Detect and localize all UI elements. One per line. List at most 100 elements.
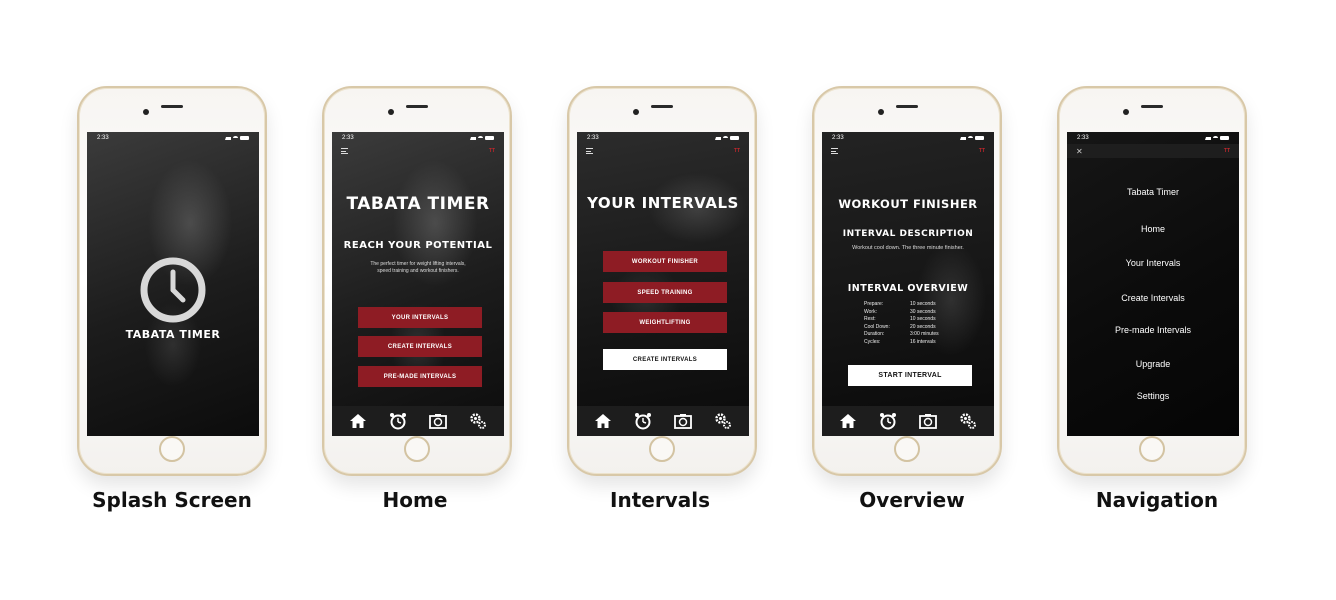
top-bar: TT — [822, 144, 994, 158]
row-value: 10 seconds — [910, 316, 936, 322]
alarm-clock-icon[interactable] — [879, 412, 897, 430]
overview-row-cool-down: Cool Down: 20 seconds — [864, 324, 936, 330]
top-bar: TT — [577, 144, 749, 158]
alarm-clock-icon[interactable] — [389, 412, 407, 430]
home-button[interactable] — [159, 436, 185, 462]
menu-icon[interactable] — [586, 148, 593, 154]
brand-logo: TT — [733, 148, 740, 154]
front-camera — [1123, 109, 1129, 115]
speaker — [651, 105, 673, 108]
your-intervals-button[interactable]: YOUR INTERVALS — [358, 307, 482, 328]
row-label: Duration: — [864, 331, 885, 337]
home-button[interactable] — [1139, 436, 1165, 462]
interval-item-speed-training[interactable]: SPEED TRAINING — [603, 282, 727, 303]
tab-bar — [332, 406, 504, 436]
intervals-title: YOUR INTERVALS — [587, 194, 739, 212]
row-value: 20 seconds — [910, 323, 936, 330]
create-intervals-button[interactable]: CREATE INTERVALS — [603, 349, 727, 370]
status-icons — [470, 136, 494, 140]
nav-item-settings[interactable]: Settings — [1067, 391, 1239, 401]
row-label: Rest: — [864, 316, 876, 322]
brand-logo: TT — [1223, 148, 1230, 154]
home-button[interactable] — [404, 436, 430, 462]
home-icon[interactable] — [839, 412, 857, 430]
row-label: Cycles: — [864, 338, 881, 345]
nav-item-upgrade[interactable]: Upgrade — [1067, 359, 1239, 369]
create-intervals-button[interactable]: CREATE INTERVALS — [358, 336, 482, 357]
nav-item-tabata-timer[interactable]: Tabata Timer — [1067, 187, 1239, 197]
brand-logo: TT — [978, 148, 985, 154]
status-icons — [1205, 136, 1229, 140]
speaker — [406, 105, 428, 108]
row-label: Work: — [864, 308, 877, 315]
home-button[interactable] — [894, 436, 920, 462]
status-time: 2:33 — [342, 135, 354, 141]
phone-overview: 2:33 TT WORKOUT FINISHER INTERVAL DESCRI… — [812, 86, 1002, 476]
home-icon[interactable] — [349, 412, 367, 430]
menu-icon[interactable] — [831, 148, 838, 154]
settings-gears-icon[interactable] — [959, 412, 977, 430]
intervals-screen: 2:33 TT YOUR INTERVALS WORKOUT FINISHER … — [577, 132, 749, 436]
row-value: 30 seconds — [910, 308, 936, 315]
home-button[interactable] — [649, 436, 675, 462]
overview-title: WORKOUT FINISHER — [838, 197, 978, 211]
status-time: 2:33 — [97, 135, 109, 141]
timer-camera-icon[interactable] — [674, 412, 692, 430]
speaker — [896, 105, 918, 108]
interval-item-weightlifting[interactable]: WEIGHTLIFTING — [603, 312, 727, 333]
row-label: Cool Down: — [864, 323, 890, 330]
tab-bar — [577, 406, 749, 436]
status-icons — [715, 136, 739, 140]
row-label: Prepare: — [864, 301, 884, 307]
brand-logo: TT — [488, 148, 495, 154]
start-interval-button[interactable]: START INTERVAL — [848, 365, 972, 386]
caption-intervals: Intervals — [610, 488, 710, 512]
overview-screen: 2:33 TT WORKOUT FINISHER INTERVAL DESCRI… — [822, 132, 994, 436]
status-bar: 2:33 — [1067, 132, 1239, 144]
home-icon[interactable] — [594, 412, 612, 430]
phone-home: 2:33 TT TABATA TIMER REACH YOUR POTENTIA… — [322, 86, 512, 476]
menu-icon[interactable] — [341, 148, 348, 154]
interval-item-workout-finisher[interactable]: WORKOUT FINISHER — [603, 251, 727, 272]
settings-gears-icon[interactable] — [469, 412, 487, 430]
interval-description-heading: INTERVAL DESCRIPTION — [842, 229, 974, 239]
row-value: 16 intervals — [910, 338, 936, 345]
row-value: 3:00 minutes — [910, 331, 939, 337]
status-icons — [225, 136, 249, 140]
overview-row-rest: Rest: 10 seconds — [864, 316, 936, 322]
row-value: 10 seconds — [910, 301, 936, 307]
caption-home: Home — [382, 488, 448, 512]
close-icon[interactable]: ✕ — [1076, 147, 1083, 156]
overview-row-cycles: Cycles: 16 intervals — [864, 339, 936, 345]
phone-intervals: 2:33 TT YOUR INTERVALS WORKOUT FINISHER … — [567, 86, 757, 476]
interval-overview-heading: INTERVAL OVERVIEW — [847, 283, 969, 294]
home-subtitle: REACH YOUR POTENTIAL — [343, 240, 493, 251]
status-time: 2:33 — [1077, 135, 1089, 141]
top-bar: TT — [332, 144, 504, 158]
phone-navigation: 2:33 ✕ TT Tabata Timer Home Your Interva… — [1057, 86, 1247, 476]
pre-made-intervals-button[interactable]: PRE-MADE INTERVALS — [358, 366, 482, 387]
timer-camera-icon[interactable] — [919, 412, 937, 430]
home-screen: 2:33 TT TABATA TIMER REACH YOUR POTENTIA… — [332, 132, 504, 436]
nav-item-your-intervals[interactable]: Your Intervals — [1067, 258, 1239, 268]
timer-camera-icon[interactable] — [429, 412, 447, 430]
overview-row-work: Work: 30 seconds — [864, 309, 936, 315]
status-time: 2:33 — [832, 135, 844, 141]
front-camera — [388, 109, 394, 115]
alarm-clock-icon[interactable] — [634, 412, 652, 430]
nav-item-pre-made-intervals[interactable]: Pre-made Intervals — [1067, 325, 1239, 335]
caption-overview: Overview — [859, 488, 965, 512]
splash-title: TABATA TIMER — [125, 328, 221, 341]
status-bar: 2:33 — [822, 132, 994, 144]
navigation-screen: 2:33 ✕ TT Tabata Timer Home Your Interva… — [1067, 132, 1239, 436]
caption-navigation: Navigation — [1095, 488, 1219, 512]
nav-item-home[interactable]: Home — [1067, 224, 1239, 234]
settings-gears-icon[interactable] — [714, 412, 732, 430]
tab-bar — [822, 406, 994, 436]
overview-row-duration: Duration: 3:00 minutes — [864, 331, 939, 337]
phone-splash: 2:33 TABATA TIMER — [77, 86, 267, 476]
nav-item-create-intervals[interactable]: Create Intervals — [1067, 293, 1239, 303]
splash-screen: 2:33 TABATA TIMER — [87, 132, 259, 436]
status-time: 2:33 — [587, 135, 599, 141]
home-description: The perfect timer for weight lifting int… — [370, 261, 466, 274]
